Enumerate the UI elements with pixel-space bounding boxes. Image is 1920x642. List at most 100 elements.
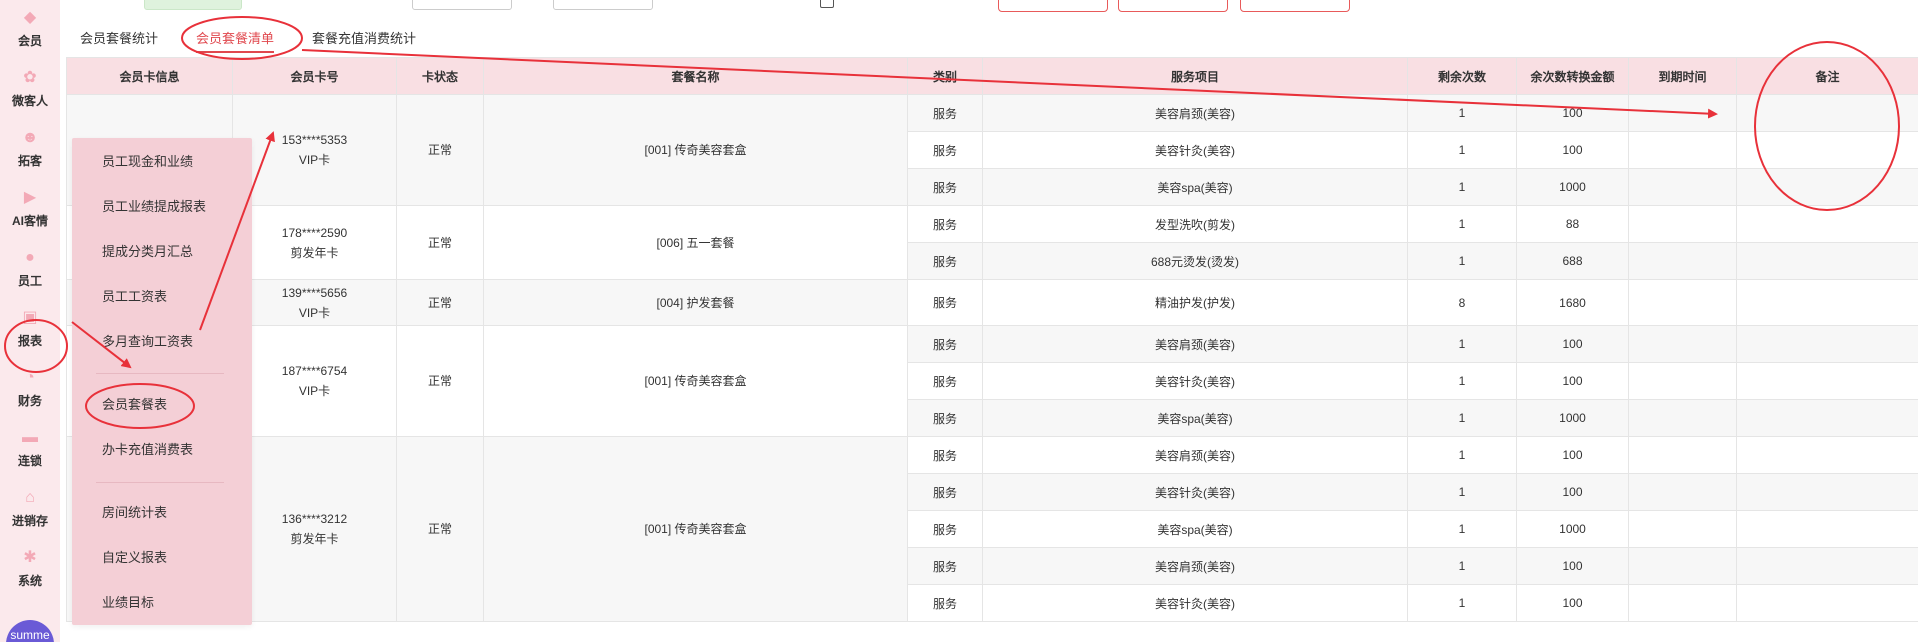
remark-cell [1736,473,1918,511]
package-list-table: 会员卡信息 会员卡号 卡状态 套餐名称 类别 服务项目 剩余次数 余次数转换金额 到期时间 备注 … [66,57,1918,642]
remark-cell [1736,131,1918,169]
expiry-date-cell [1628,168,1737,206]
category-cell: 服务 [907,131,983,169]
category-cell: 服务 [907,279,983,326]
conversion-amount-cell: 1000 [1516,510,1629,548]
export-button[interactable] [1118,0,1228,12]
table-row: 陈姐153****5353VIP卡正常[001] 传奇美容套盒服务美容肩颈(美容… [66,94,1918,206]
expiry-date-cell [1628,547,1737,585]
active-tab-underline [196,51,275,53]
store-icon: ▬ [22,428,38,446]
remark-cell [1736,436,1918,474]
remaining-count-cell: 1 [1407,94,1517,132]
menu-item-9[interactable]: 业绩目标 [102,591,154,615]
card-number-cell: 136****3212 剪发年卡 [232,436,397,622]
column-header: 会员卡号 [232,57,397,95]
user-icon: ● [25,248,35,266]
menu-item-8[interactable]: 自定义报表 [102,546,167,570]
avatar[interactable]: summe [6,620,54,642]
menu-item-6[interactable]: 办卡充值消费表 [102,438,193,462]
sidebar-item-3[interactable]: ▶ AI客情 [0,182,60,236]
menu-item-4[interactable]: 多月查询工资表 [102,330,193,354]
filter-checkbox[interactable] [820,0,834,8]
pie-chart-icon: ◔ [25,368,35,386]
conversion-amount-cell: 100 [1516,362,1629,400]
service-item-cell: 美容spa(美容) [982,168,1408,206]
menu-item-1[interactable]: 员工业绩提成报表 [102,195,206,219]
sidebar-item-8[interactable]: ⌂ 进销存 [0,482,60,536]
menu-item-7[interactable]: 房间统计表 [102,501,167,525]
package-name-cell: [004] 护发套餐 [483,279,908,326]
conversion-amount-cell: 100 [1516,325,1629,363]
tab-package-stats[interactable]: 会员套餐统计 [80,24,158,54]
remaining-count-cell: 1 [1407,473,1517,511]
remaining-count-cell: 1 [1407,205,1517,243]
remark-cell [1736,584,1918,622]
remark-cell [1736,205,1918,243]
card-number-cell: 139****5656 VIP卡 [232,279,397,326]
sidebar-item-7[interactable]: ▬ 连锁 [0,422,60,476]
remark-cell [1736,168,1918,206]
report-screen-icon: ▣ [22,308,38,326]
menu-divider [96,482,224,483]
table-row: 187****6754 VIP卡 正常 [001] 传奇美容套盒 服务 美容肩颈(美容) 1… [66,325,1918,437]
card-number: 136****3212 [281,512,348,526]
category-cell: 服务 [907,242,983,280]
card-number-cell: 187****6754 VIP卡 [232,325,397,437]
sidebar-item-5[interactable]: ▣ 报表 [0,302,60,356]
column-header: 会员卡信息 [66,57,233,95]
category-cell: 服务 [907,436,983,474]
service-item-cell: 发型洗吹(剪发) [982,205,1408,243]
sidebar-item-6[interactable]: ◔ 财务 [0,362,60,416]
expiry-date-cell [1628,205,1737,243]
gear-icon: ✱ [23,548,37,566]
service-item-cell: 美容针灸(美容) [982,584,1408,622]
menu-item-2[interactable]: 提成分类月汇总 [102,240,193,264]
member-filter-input[interactable] [144,0,242,10]
category-cell: 服务 [907,399,983,437]
remaining-count-cell: 1 [1407,584,1517,622]
remaining-count-cell: 1 [1407,547,1517,585]
conversion-amount-cell: 100 [1516,473,1629,511]
sidebar-item-1[interactable]: ✿ 微客人 [0,62,60,116]
conversion-amount-cell: 1000 [1516,168,1629,206]
search-button[interactable] [998,0,1108,12]
category-cell: 服务 [907,584,983,622]
sidebar-item-4[interactable]: ● 员工 [0,242,60,296]
category-cell: 服务 [907,510,983,548]
sidebar-item-2[interactable]: ☻ 拓客 [0,122,60,176]
expiry-date-cell [1628,473,1737,511]
sidebar-item-9[interactable]: ✱ 系统 [0,542,60,596]
date-start-input[interactable] [412,0,512,10]
sidebar-item-label: 微客人 [11,93,48,108]
remark-cell [1736,362,1918,400]
tab-package-list[interactable]: 会员套餐清单 [196,24,275,54]
card-status-cell: 正常 [396,279,484,326]
print-button[interactable] [1240,0,1350,12]
card-type: VIP卡 [298,384,331,398]
category-cell: 服务 [907,94,983,132]
expiry-date-cell [1628,436,1737,474]
sidebar-item-0[interactable]: ◆ 会员 [0,2,60,56]
sidebar-item-label: 连锁 [17,453,42,468]
date-end-input[interactable] [553,0,653,10]
play-circle-icon: ▶ [23,188,37,206]
conversion-amount-cell: 100 [1516,436,1629,474]
menu-item-5[interactable]: 会员套餐表 [102,393,167,417]
table-row: 178****2590 剪发年卡 正常 [006] 五一套餐 服务 发型洗吹(剪发) 1 88 [66,205,1918,280]
package-name-cell: [001] 传奇美容套盒 [483,94,908,206]
column-header: 服务项目 [982,57,1408,95]
column-header: 类别 [907,57,983,95]
conversion-amount-cell: 100 [1516,547,1629,585]
menu-item-0[interactable]: 员工现金和业绩 [102,150,193,174]
remaining-count-cell: 1 [1407,436,1517,474]
remaining-count-cell: 1 [1407,325,1517,363]
category-cell: 服务 [907,362,983,400]
filter-bar [60,0,1920,12]
warehouse-icon: ⌂ [25,488,35,506]
menu-item-3[interactable]: 员工工资表 [102,285,167,309]
tab-recharge-consume-stats[interactable]: 套餐充值消费统计 [312,24,416,54]
service-item-cell: 688元烫发(烫发) [982,242,1408,280]
service-item-cell: 美容针灸(美容) [982,131,1408,169]
card-type: VIP卡 [298,305,331,320]
